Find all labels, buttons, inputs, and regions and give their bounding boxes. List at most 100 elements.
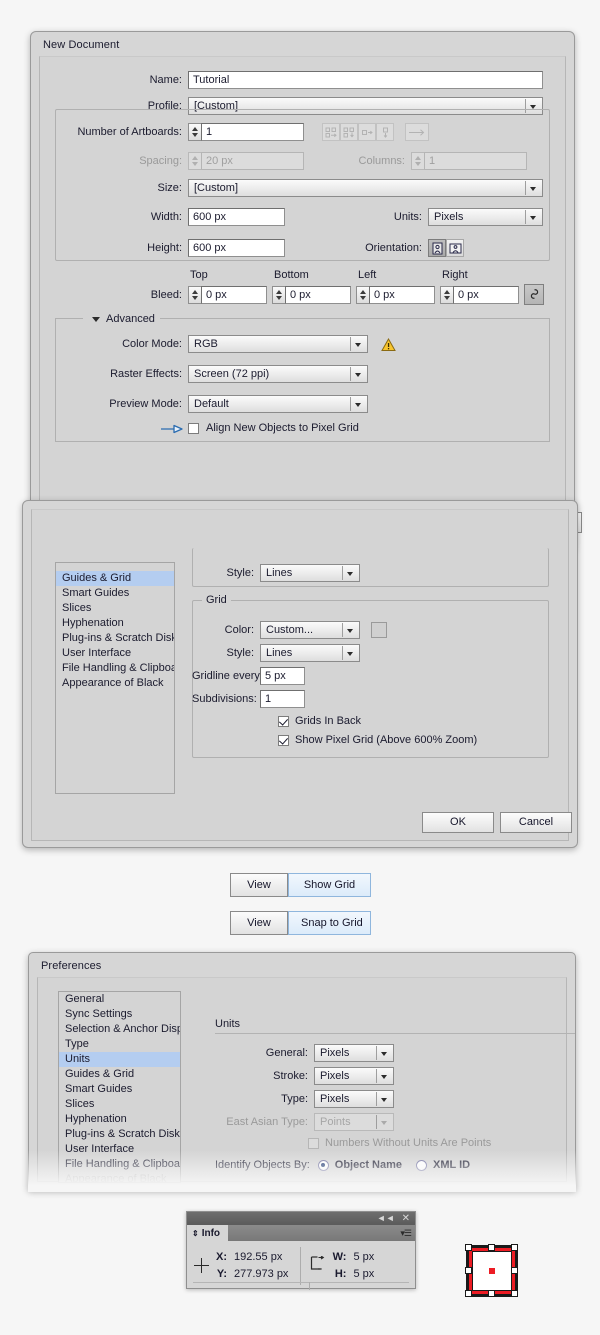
grid-style-label: Style: <box>226 647 254 659</box>
sidebar-item-file-handling[interactable]: File Handling & Clipboard <box>56 661 174 676</box>
prefs-grid-cancel-button[interactable]: Cancel <box>500 812 572 833</box>
height-input[interactable]: 600 px <box>188 239 285 257</box>
selection-handle-top-right[interactable] <box>511 1244 518 1251</box>
size-select[interactable]: [Custom] <box>188 179 543 197</box>
sidebar-item-user-interface[interactable]: User Interface <box>56 646 174 661</box>
prefs-grid-ok-button[interactable]: OK <box>422 812 494 833</box>
sidebar-item-hyphenation-2[interactable]: Hyphenation <box>59 1112 180 1127</box>
selection-handle-middle-left[interactable] <box>465 1267 472 1274</box>
selection-handle-top-center[interactable] <box>488 1244 495 1251</box>
sidebar-item-selection-anchor[interactable]: Selection & Anchor Display <box>59 1022 180 1037</box>
bleed-left-input[interactable]: 0 px <box>369 285 435 304</box>
bleed-bottom-input[interactable]: 0 px <box>285 285 351 304</box>
artboard-arrange-by-column-icon[interactable] <box>376 123 394 141</box>
sidebar-item-guides-grid-2[interactable]: Guides & Grid <box>59 1067 180 1082</box>
sidebar-item-smart-guides-2[interactable]: Smart Guides <box>59 1082 180 1097</box>
prefs-units-sidebar[interactable]: General Sync Settings Selection & Anchor… <box>58 991 181 1183</box>
units-stroke-select[interactable]: Pixels <box>314 1067 394 1085</box>
sidebar-item-units-selected[interactable]: Units <box>59 1052 180 1067</box>
grid-color-swatch[interactable] <box>371 622 387 638</box>
guides-style-row: Style: Lines <box>192 564 360 582</box>
artboard-grid-by-column-icon[interactable] <box>340 123 358 141</box>
bleed-left-spin-buttons[interactable] <box>356 285 369 304</box>
columns-spin-buttons <box>411 152 424 170</box>
close-icon[interactable]: ✕ <box>402 1213 410 1224</box>
selection-handle-bottom-right[interactable] <box>511 1290 518 1297</box>
align-pixel-grid-checkbox[interactable] <box>188 422 199 434</box>
collapse-icon[interactable]: ◄◄ <box>377 1214 395 1223</box>
menu-item-show-grid-button[interactable]: Show Grid <box>288 873 371 897</box>
units-type-label: Type: <box>281 1093 308 1105</box>
artboard-flow-direction-icon[interactable] <box>405 123 429 141</box>
sidebar-item-guides-grid[interactable]: Guides & Grid <box>56 571 174 586</box>
bleed-left-stepper[interactable]: 0 px <box>356 285 440 304</box>
selection-handle-middle-right[interactable] <box>511 1267 518 1274</box>
orientation-landscape-icon[interactable] <box>446 239 464 257</box>
artboard-arrange-by-row-icon[interactable] <box>358 123 376 141</box>
bleed-bottom-spin-buttons[interactable] <box>272 285 285 304</box>
grids-in-back-checkbox[interactable] <box>278 715 289 727</box>
sidebar-item-user-interface-2[interactable]: User Interface <box>59 1142 180 1157</box>
prefs-grid-sidebar[interactable]: Units Guides & Grid Smart Guides Slices … <box>55 562 175 794</box>
guides-style-select[interactable]: Lines <box>260 564 360 582</box>
sidebar-item-appearance-black[interactable]: Appearance of Black <box>56 676 174 691</box>
bleed-link-icon[interactable] <box>524 284 544 305</box>
menu-view-button-1[interactable]: View <box>230 873 288 897</box>
grid-style-select[interactable]: Lines <box>260 644 360 662</box>
bleed-top-spin-buttons[interactable] <box>188 285 201 304</box>
sidebar-item-type[interactable]: Type <box>59 1037 180 1052</box>
identify-object-name-radio[interactable] <box>317 1159 329 1171</box>
bleed-top-input[interactable]: 0 px <box>201 285 267 304</box>
grid-color-select[interactable]: Custom... <box>260 621 360 639</box>
width-row: Width: 600 px Units: Pixels <box>40 208 565 226</box>
prefs-grid-body: Units Guides & Grid Smart Guides Slices … <box>31 509 572 841</box>
info-panel: ◄◄ ✕ ⇕ Info ▾☰ X: 192.55 px Y: 277.973 p… <box>186 1211 416 1290</box>
menu-hint-snap-to-grid: View Snap to Grid <box>230 911 371 935</box>
sidebar-item-slices[interactable]: Slices <box>56 601 174 616</box>
menu-view-button-2[interactable]: View <box>230 911 288 935</box>
sidebar-item-plugins-2-label: Plug-ins & Scratch Disks <box>65 1128 181 1140</box>
units-select[interactable]: Pixels <box>428 208 543 226</box>
bleed-right-input[interactable]: 0 px <box>453 285 519 304</box>
name-input[interactable]: Tutorial <box>188 71 543 89</box>
info-panel-menu-button[interactable]: ▾☰ <box>400 1225 415 1241</box>
units-type-select[interactable]: Pixels <box>314 1090 394 1108</box>
raster-effects-select[interactable]: Screen (72 ppi) <box>188 365 368 383</box>
selection-handle-top-left[interactable] <box>465 1244 472 1251</box>
color-mode-select[interactable]: RGB <box>188 335 368 353</box>
subdivisions-input[interactable]: 1 <box>260 690 305 708</box>
sidebar-item-plugins-2[interactable]: Plug-ins & Scratch Disks <box>59 1127 180 1142</box>
artboard-grid-by-row-icon[interactable] <box>322 123 340 141</box>
sidebar-item-slices-2[interactable]: Slices <box>59 1097 180 1112</box>
menu-item-snap-to-grid-button[interactable]: Snap to Grid <box>288 911 371 935</box>
sidebar-item-file-handling-2[interactable]: File Handling & Clipboard <box>59 1157 180 1172</box>
units-general-select[interactable]: Pixels <box>314 1044 394 1062</box>
sidebar-item-plugins[interactable]: Plug-ins & Scratch Disks <box>56 631 174 646</box>
bleed-right-spin-buttons[interactable] <box>440 285 453 304</box>
sidebar-item-units[interactable]: Units <box>56 563 174 571</box>
sidebar-item-sync-settings[interactable]: Sync Settings <box>59 1007 180 1022</box>
bleed-bottom-stepper[interactable]: 0 px <box>272 285 356 304</box>
prefs-units-body: General Sync Settings Selection & Anchor… <box>37 977 575 1183</box>
sidebar-item-general[interactable]: General <box>59 992 180 1007</box>
bleed-right-stepper[interactable]: 0 px <box>440 285 524 304</box>
artboards-input[interactable]: 1 <box>201 123 304 141</box>
sidebar-item-appearance-black-2[interactable]: Appearance of Black <box>59 1172 180 1182</box>
preview-mode-select[interactable]: Default <box>188 395 368 413</box>
width-input[interactable]: 600 px <box>188 208 285 226</box>
sidebar-item-smart-guides[interactable]: Smart Guides <box>56 586 174 601</box>
sidebar-item-hyphenation[interactable]: Hyphenation <box>56 616 174 631</box>
artboards-spin-buttons[interactable] <box>188 123 201 141</box>
identify-objects-row: Identify Objects By: Object Name XML ID <box>215 1159 470 1171</box>
subdivisions-label: Subdivisions: <box>192 693 257 705</box>
identify-xml-id-radio[interactable] <box>416 1159 428 1171</box>
selection-handle-bottom-left[interactable] <box>465 1290 472 1297</box>
show-pixel-grid-checkbox[interactable] <box>278 734 289 746</box>
sidebar-item-guides-grid-2-label: Guides & Grid <box>65 1068 135 1080</box>
selection-handle-bottom-center[interactable] <box>488 1290 495 1297</box>
gridline-every-input[interactable]: 5 px <box>260 667 305 685</box>
tab-info[interactable]: ⇕ Info <box>187 1225 229 1241</box>
artboards-stepper[interactable]: 1 <box>188 123 304 141</box>
orientation-portrait-icon[interactable] <box>428 239 446 257</box>
bleed-top-stepper[interactable]: 0 px <box>188 285 272 304</box>
